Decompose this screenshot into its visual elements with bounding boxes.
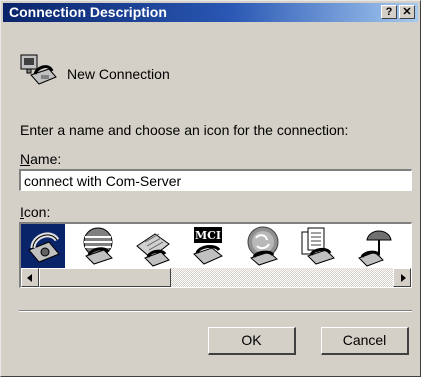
scroll-right-button[interactable] xyxy=(393,268,411,287)
icon-option-phone[interactable] xyxy=(21,224,65,268)
globe-phone-icon xyxy=(83,227,113,265)
separator-line xyxy=(19,310,412,312)
icon-option-umbrella[interactable] xyxy=(351,224,395,268)
document-phone-icon xyxy=(301,227,335,265)
left-arrow-icon xyxy=(27,274,32,282)
name-label-mnemonic: N xyxy=(20,151,31,167)
cancel-button[interactable]: Cancel xyxy=(321,327,409,355)
name-label: Name: xyxy=(20,151,61,167)
icon-option-ge[interactable] xyxy=(241,224,285,268)
help-button[interactable]: ? xyxy=(381,5,397,19)
icon-option-globe[interactable] xyxy=(76,224,120,268)
instruction-text: Enter a name and choose an icon for the … xyxy=(20,122,349,138)
ok-button[interactable]: OK xyxy=(208,327,296,355)
connection-name-label: New Connection xyxy=(67,66,170,82)
close-button[interactable]: ✕ xyxy=(399,5,415,19)
scroll-left-button[interactable] xyxy=(21,268,39,287)
svg-text:MCI: MCI xyxy=(195,229,221,242)
name-label-text: ame: xyxy=(30,151,62,167)
phone-icon xyxy=(28,232,60,263)
right-arrow-icon xyxy=(401,274,406,282)
icon-option-mci[interactable]: MCI xyxy=(186,224,230,268)
title-bar[interactable]: Connection Description ? ✕ xyxy=(3,3,418,22)
icon-label: Icon: xyxy=(20,204,50,220)
icon-option-document[interactable] xyxy=(296,224,340,268)
phone-computer-icon xyxy=(20,54,57,85)
scroll-thumb[interactable] xyxy=(39,268,171,287)
mci-phone-icon: MCI xyxy=(193,227,223,265)
icon-strip: MCI xyxy=(21,224,411,268)
icon-label-text: con: xyxy=(23,204,51,220)
fax-phone-icon xyxy=(136,233,170,267)
icon-option-fax[interactable] xyxy=(131,224,175,268)
icon-list[interactable]: MCI xyxy=(19,222,412,288)
window-title: Connection Description xyxy=(9,4,167,20)
umbrella-phone-icon xyxy=(358,230,392,267)
connection-description-dialog: Connection Description ? ✕ New Connectio… xyxy=(0,0,421,377)
ge-phone-icon xyxy=(247,226,279,266)
horizontal-scrollbar[interactable] xyxy=(21,268,411,287)
name-input[interactable] xyxy=(19,169,412,191)
